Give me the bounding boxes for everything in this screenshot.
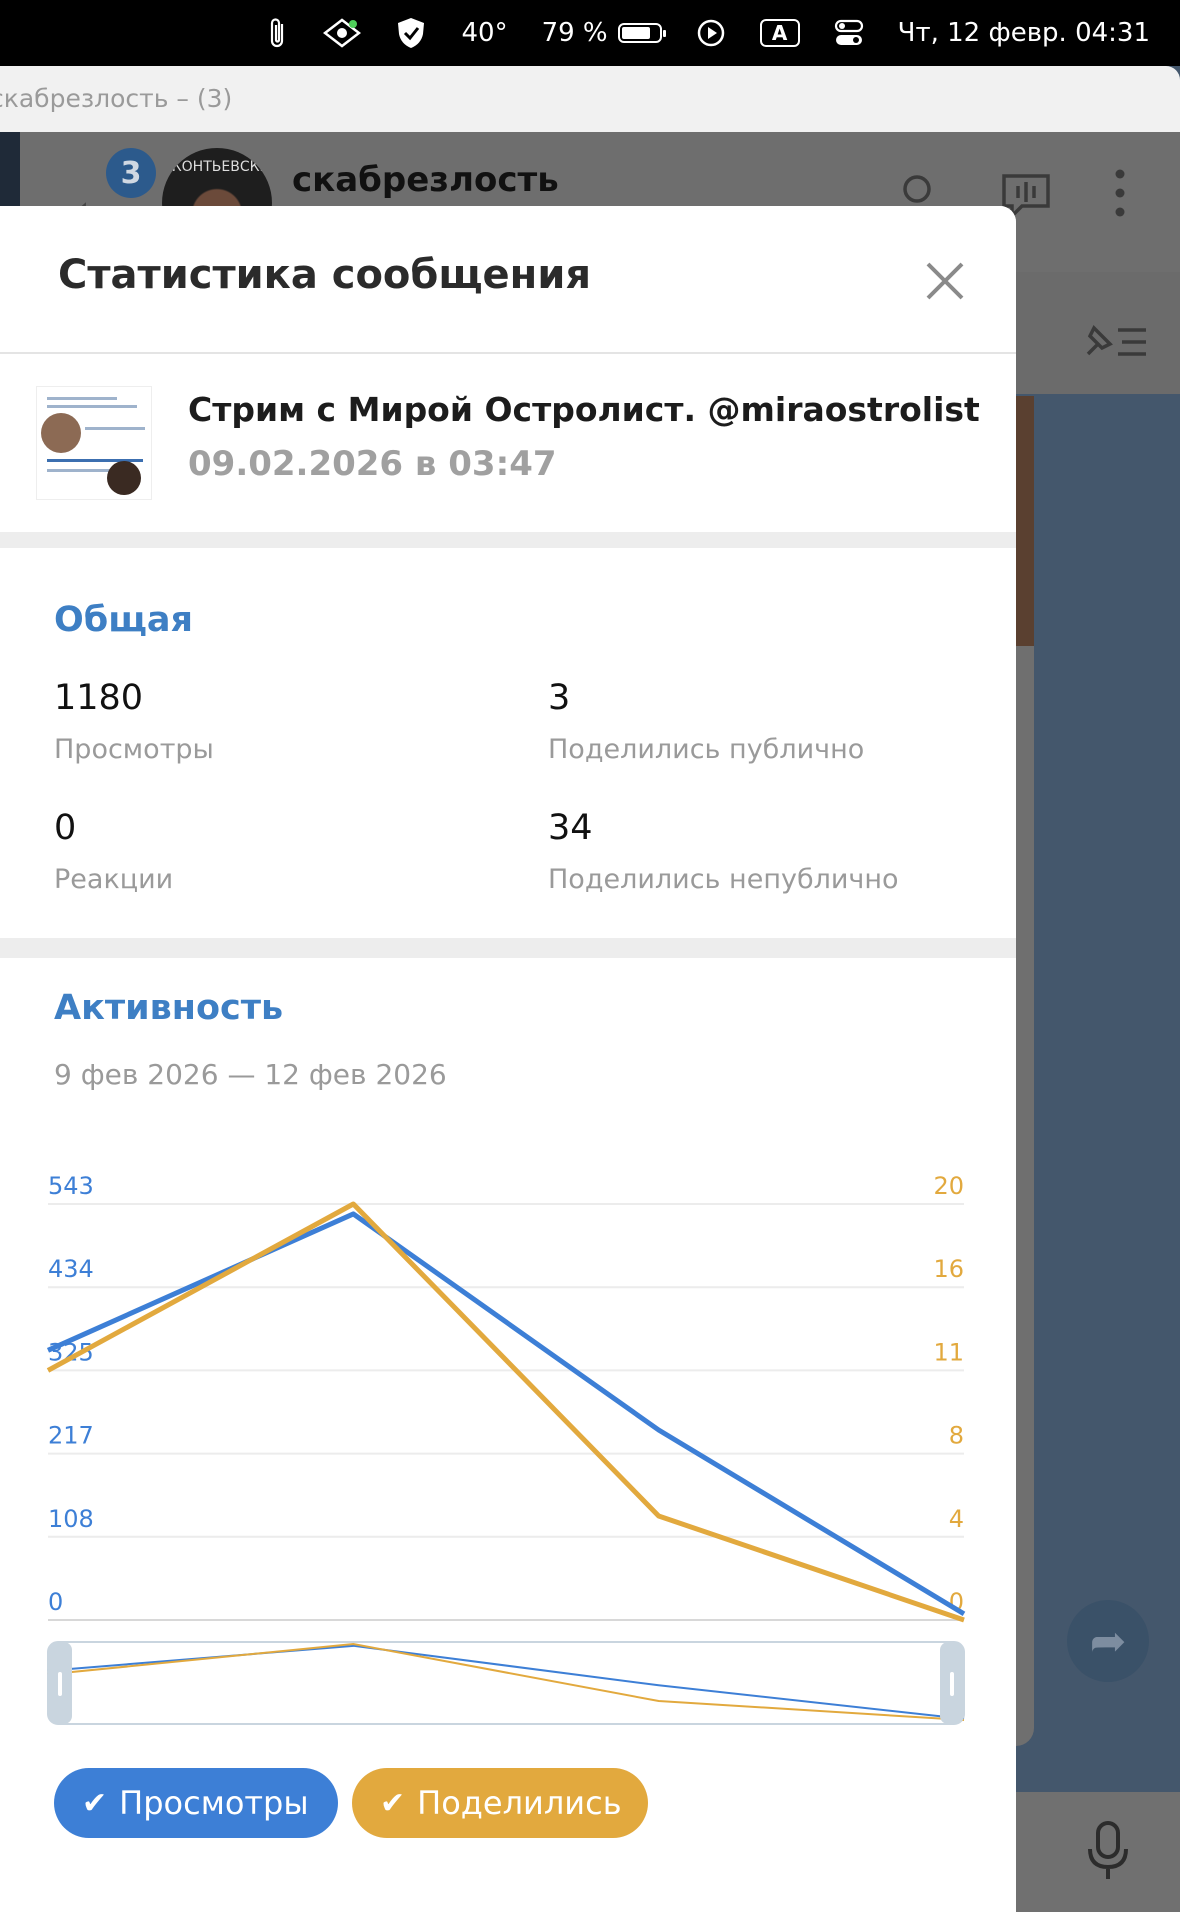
more-menu-icon[interactable] — [1114, 168, 1126, 228]
shield-icon[interactable] — [395, 16, 427, 50]
left-axis-tick-label: 0 — [48, 1588, 63, 1616]
toggle-views-chip[interactable]: ✔ Просмотры — [54, 1768, 338, 1838]
window-title: скабрезлость – (3) — [0, 84, 233, 113]
battery-fill — [621, 27, 651, 39]
menubar-clock[interactable]: Чт, 12 февр. 04:31 — [898, 18, 1150, 48]
public-shares-label: Поделились публично — [548, 734, 865, 765]
activity-title: Активность — [54, 988, 284, 1028]
window-titlebar[interactable]: скабрезлость – (3) — [0, 66, 1180, 133]
message-stats-modal: Статистика сообщения Стрим с Мирой Остро… — [0, 206, 1016, 1912]
modal-title: Статистика сообщения — [58, 252, 592, 298]
views-count: 1180 — [54, 678, 144, 718]
chat-title[interactable]: скабрезлость — [292, 160, 559, 200]
views-chip-label: Просмотры — [119, 1784, 309, 1822]
keyboard-layout-indicator[interactable]: A — [759, 19, 800, 47]
private-shares-label: Поделились непублично — [548, 864, 899, 895]
left-axis-tick-label: 543 — [48, 1172, 94, 1200]
right-axis-tick-label: 11 — [933, 1338, 964, 1366]
reactions-label: Реакции — [54, 864, 174, 895]
right-axis-tick-label: 20 — [933, 1172, 964, 1200]
message-thumbnail — [36, 386, 152, 500]
control-center-icon[interactable] — [834, 19, 864, 47]
reactions-count: 0 — [54, 808, 77, 848]
modal-header: Статистика сообщения — [0, 206, 1016, 354]
activity-date-range: 9 фев 2026 — 12 фев 2026 — [54, 1058, 447, 1091]
unread-badge: 3 — [106, 148, 156, 198]
close-icon — [926, 262, 964, 300]
message-card[interactable]: Стрим с Мирой Остролист. @miraostrolist … — [0, 354, 1016, 532]
eye-icon[interactable] — [323, 18, 362, 48]
forward-icon: ➦ — [1089, 1615, 1127, 1667]
views-label: Просмотры — [54, 734, 214, 765]
battery-percent: 79 % — [541, 18, 608, 48]
general-title: Общая — [54, 600, 193, 640]
left-axis-tick-label: 434 — [48, 1255, 94, 1283]
check-icon: ✔ — [82, 1785, 108, 1821]
shares-series-line — [46, 1201, 965, 1623]
check-icon: ✔ — [380, 1785, 406, 1821]
play-circle-icon[interactable] — [696, 18, 726, 48]
activity-section: Активность 9 фев 2026 — 12 фев 2026 0 0 10… — [0, 958, 1016, 1912]
menu-bar: 40° 79 % A Чт, 12 февр. 04:31 — [0, 0, 1180, 66]
private-shares-count: 34 — [548, 808, 593, 848]
temperature-readout[interactable]: 40° — [461, 18, 507, 48]
avatar-caption: ЯКОНТЬЕВСКИЙ — [162, 159, 272, 175]
views-series-line — [46, 1211, 966, 1617]
forward-button[interactable]: ➦ — [1067, 1600, 1149, 1682]
range-grip-left — [58, 1672, 62, 1696]
activity-chart[interactable]: 001084217832511434165432010 фев11 фев — [0, 1108, 1016, 1748]
paperclip-icon[interactable] — [267, 16, 289, 50]
microphone-icon[interactable] — [1086, 1821, 1130, 1893]
shares-chip-label: Поделились — [417, 1784, 622, 1822]
left-axis-tick-label: 108 — [48, 1505, 94, 1533]
right-axis-tick-label: 8 — [949, 1422, 964, 1450]
range-grip-right — [950, 1672, 954, 1696]
right-axis-tick-label: 16 — [933, 1255, 964, 1283]
general-section: Общая 1180 Просмотры 3 Поделились публич… — [0, 548, 1016, 938]
right-axis-tick-label: 4 — [949, 1505, 964, 1533]
message-date: 09.02.2026 в 03:47 — [188, 444, 557, 484]
toggle-shares-chip[interactable]: ✔ Поделились — [352, 1768, 648, 1838]
battery-icon — [617, 23, 666, 43]
battery-indicator[interactable]: 79 % — [541, 18, 666, 48]
message-preview: Стрим с Мирой Остролист. @miraostrolist … — [188, 390, 988, 429]
public-shares-count: 3 — [548, 678, 571, 718]
pinned-list-icon[interactable] — [1080, 318, 1150, 372]
left-axis-tick-label: 217 — [48, 1422, 94, 1450]
close-button[interactable] — [920, 256, 970, 306]
